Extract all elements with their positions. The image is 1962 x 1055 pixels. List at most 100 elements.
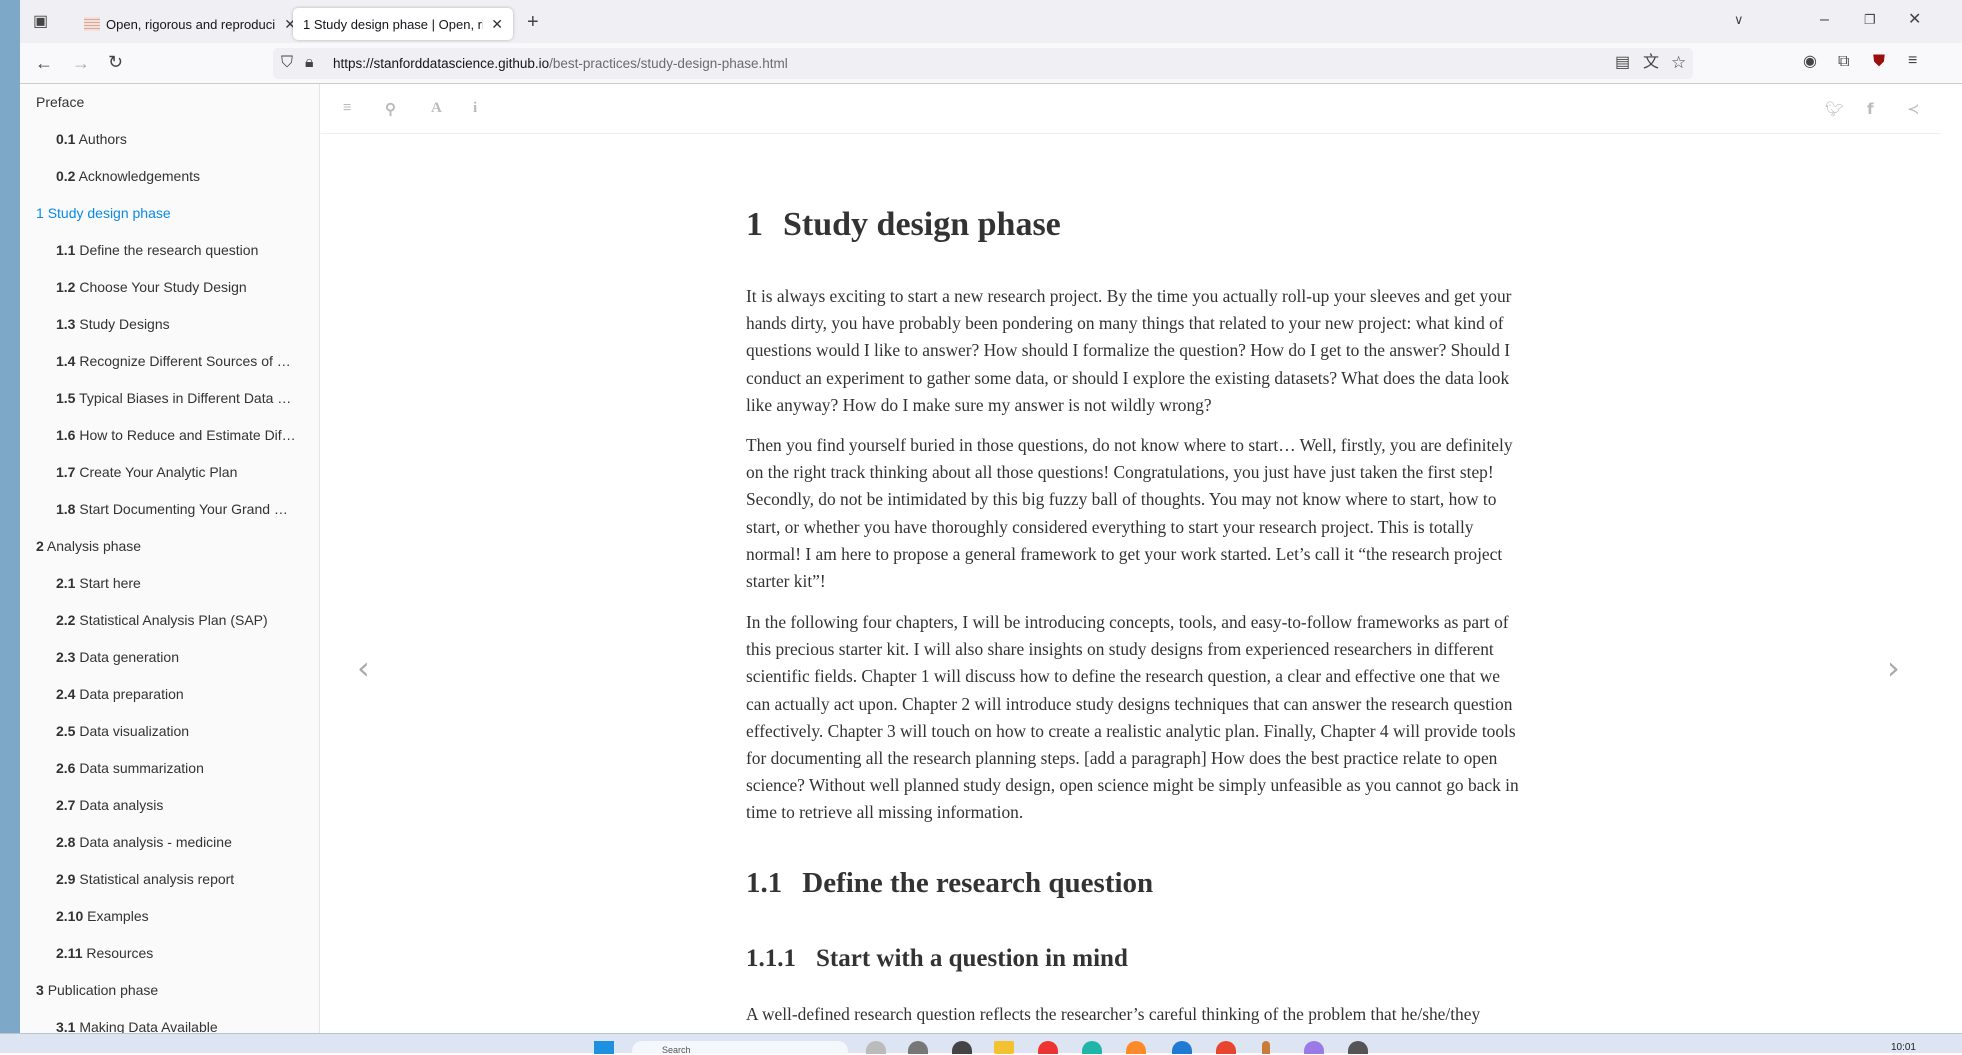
close-icon[interactable]: ✕ [1908,12,1921,28]
sidebar-item-number: 2.4 [56,686,76,702]
forward-icon[interactable]: → [72,54,90,72]
info-icon[interactable]: i [473,100,477,117]
sidebar-item-label: Define the research question [79,242,259,258]
url-bar[interactable]: ⛉ 🔒︎ https://stanforddatascience.github.… [273,48,1693,79]
edge-icon[interactable] [1082,1041,1102,1054]
toc-toggle-icon[interactable]: ≡ [343,100,352,117]
reader-view-icon[interactable]: ▤ [1615,55,1630,71]
minimize-icon[interactable]: – [1820,12,1829,28]
sidebar-item[interactable]: 0.2 Acknowledgements [56,168,306,184]
sidebar-item-label: Preface [36,94,85,110]
url-path: /best-practices/study-design-phase.html [549,56,788,71]
start-icon[interactable] [594,1041,614,1054]
sidebar-item[interactable]: 2.8 Data analysis - medicine [56,834,306,850]
sidebar-item-number: 2.9 [56,871,76,887]
app-icon[interactable] [1262,1041,1270,1054]
sidebar-item-label: Making Data Available [79,1019,218,1033]
app-icon[interactable] [952,1041,972,1054]
sidebar-item-label: Start Documenting Your Grand … [79,501,288,517]
sidebar-item-number: 2.6 [56,760,76,776]
previous-page-arrow[interactable]: ‹ [357,649,370,687]
sidebar-item[interactable]: 1.2 Choose Your Study Design [56,279,306,295]
sidebar-item[interactable]: 1.8 Start Documenting Your Grand … [56,501,306,517]
ublock-icon[interactable]: ⛊ [1873,54,1885,70]
sidebar-item-label: Statistical Analysis Plan (SAP) [79,612,268,628]
extensions-icon[interactable]: ⧉ [1838,54,1849,70]
sidebar-item-number: 1.7 [56,464,76,480]
search-icon[interactable]: ⚲ [385,100,396,119]
subsection-title: 1.1.1 Start with a question in mind [746,945,1128,972]
sidebar-item-number: 2.3 [56,649,76,665]
sidebar-item-number: 0.2 [56,168,76,184]
taskbar-search[interactable]: Search [632,1041,848,1055]
sidebar-item[interactable]: 1.6 How to Reduce and Estimate Dif… [56,427,306,443]
next-page-arrow[interactable]: › [1887,649,1900,687]
font-settings-icon[interactable]: A [431,100,442,117]
sidebar-item-number: 2.1 [56,575,76,591]
sidebar-item-label: Data generation [79,649,179,665]
twitter-icon[interactable]: 🐦︎ [1825,100,1844,118]
file-explorer-icon[interactable] [994,1041,1014,1054]
sidebar-item[interactable]: 1 Study design phase [36,205,306,221]
firefox-icon[interactable] [1126,1041,1146,1054]
facebook-icon[interactable]: f [1867,100,1874,118]
task-view-icon[interactable] [866,1041,886,1054]
sidebar-item[interactable]: 2.9 Statistical analysis report [56,871,306,887]
vscode-icon[interactable] [1172,1041,1192,1054]
sidebar-item[interactable]: 1.1 Define the research question [56,242,306,258]
back-icon[interactable]: ← [35,54,53,72]
tab-overview-icon[interactable]: ▣ [33,14,48,30]
sidebar-item-number: 0.1 [56,131,76,147]
app-icon[interactable] [1304,1041,1324,1054]
sidebar-item[interactable]: 2.6 Data summarization [56,760,306,776]
tab-bar: ▣ Open, rigorous and reproducibl ✕ 1 Stu… [20,0,1962,43]
sidebar-item-label: Study design phase [47,205,171,221]
sidebar-item[interactable]: 2.2 Statistical Analysis Plan (SAP) [56,612,306,628]
chrome-icon[interactable] [1038,1041,1058,1054]
account-icon[interactable]: ◉ [1803,54,1817,70]
sidebar-item[interactable]: 2.10 Examples [56,908,306,924]
tab-open-rigorous[interactable]: Open, rigorous and reproducibl ✕ [74,8,306,40]
translate-icon[interactable]: 文 [1643,55,1659,71]
bookmark-star-icon[interactable]: ☆ [1671,54,1686,71]
sidebar-item[interactable]: Preface [36,94,306,110]
menu-icon[interactable]: ≡ [1908,53,1917,69]
book-toolbar: ≡ ⚲ A i 🐦︎ f ≺ [321,84,1941,134]
restore-icon[interactable]: ❐ [1864,13,1876,26]
share-icon[interactable]: ≺ [1907,100,1920,118]
sidebar-item-number: 1.4 [56,353,76,369]
paragraph: In the following four chapters, I will b… [746,612,1519,823]
shield-icon[interactable]: ⛉ [281,55,293,71]
sidebar-item[interactable]: 2.1 Start here [56,575,306,591]
sidebar-item[interactable]: 2.11 Resources [56,945,306,961]
close-tab-icon[interactable]: ✕ [491,16,503,33]
sidebar-item[interactable]: 2.5 Data visualization [56,723,306,739]
sidebar-item[interactable]: 2.3 Data generation [56,649,306,665]
sidebar-item-label: Publication phase [47,982,159,998]
sidebar-item[interactable]: 2 Analysis phase [36,538,306,554]
sidebar-item[interactable]: 1.3 Study Designs [56,316,306,332]
tab-title: Open, rigorous and reproducibl [106,16,277,32]
list-tabs-icon[interactable]: ∨ [1734,13,1744,26]
lock-icon[interactable]: 🔒︎ [305,55,314,71]
sidebar-item[interactable]: 2.7 Data analysis [56,797,306,813]
sidebar-item-number: 2.7 [56,797,76,813]
sidebar-item[interactable]: 1.7 Create Your Analytic Plan [56,464,306,480]
sidebar-item[interactable]: 3.1 Making Data Available [56,1019,306,1033]
sidebar-item[interactable]: 0.1 Authors [56,131,306,147]
tab-study-design-phase[interactable]: 1 Study design phase | Open, rigoro ✕ [293,8,513,40]
reload-icon[interactable]: ↻ [108,53,123,71]
sidebar-item[interactable]: 1.4 Recognize Different Sources of … [56,353,306,369]
app-icon[interactable] [1216,1041,1236,1054]
sidebar-item[interactable]: 2.4 Data preparation [56,686,306,702]
sidebar-item-label: Statistical analysis report [79,871,235,887]
new-tab-button[interactable]: + [527,12,539,32]
sidebar-item[interactable]: 1.5 Typical Biases in Different Data … [56,390,306,406]
navigation-bar: ← → ↻ ⛉ 🔒︎ https://stanforddatascience.g… [20,43,1962,84]
sidebar-item[interactable]: 3 Publication phase [36,982,306,998]
app-icon[interactable] [908,1041,928,1054]
sidebar-item-label: Examples [87,908,149,924]
sidebar-item-number: 1.6 [56,427,76,443]
app-icon[interactable] [1348,1041,1368,1054]
clock: 10:01 [1890,1042,1916,1053]
